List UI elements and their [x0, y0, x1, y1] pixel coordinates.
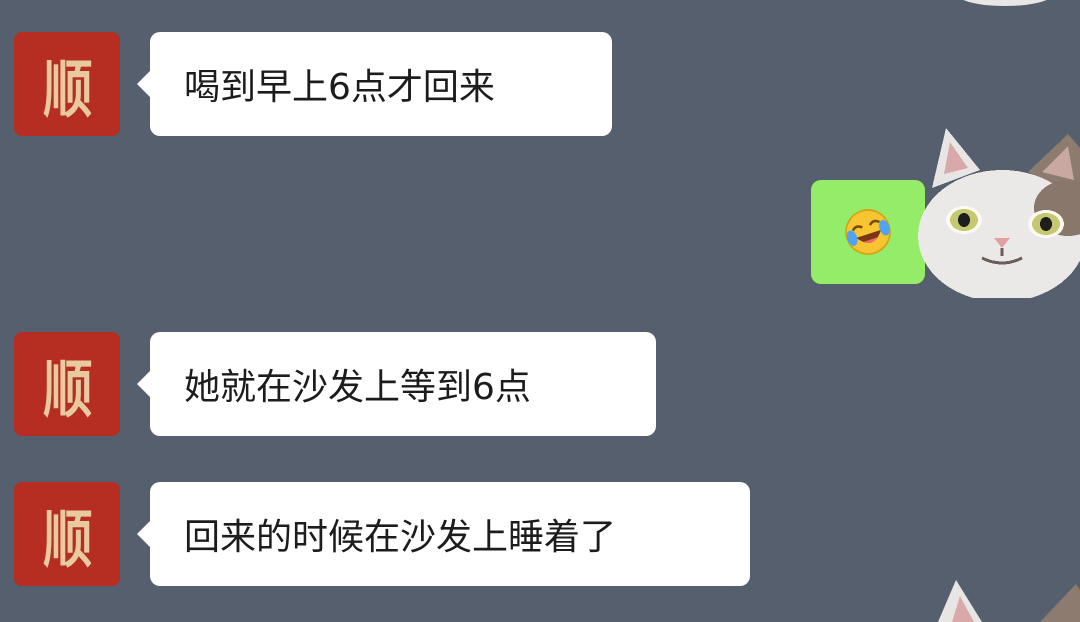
cat-avatar-partial-top[interactable] — [955, 0, 1055, 10]
message-text: 喝到早上6点才回来 — [184, 67, 495, 108]
contact-avatar[interactable]: 顺 — [14, 32, 120, 136]
contact-avatar[interactable]: 顺 — [14, 332, 120, 436]
message-bubble-self[interactable] — [811, 180, 937, 284]
message-bubble[interactable]: 她就在沙发上等到6点 — [137, 332, 656, 436]
cat-avatar-partial-bottom[interactable] — [930, 576, 1080, 622]
contact-avatar[interactable]: 顺 — [14, 482, 120, 586]
message-text: 她就在沙发上等到6点 — [184, 367, 531, 408]
message-bubble[interactable]: 喝到早上6点才回来 — [137, 32, 612, 136]
laughing-crying-emoji-icon — [845, 209, 891, 255]
avatar-glyph: 顺 — [42, 503, 93, 576]
avatar-glyph: 顺 — [42, 353, 93, 426]
message-bubble[interactable]: 回来的时候在沙发上睡着了 — [137, 482, 750, 586]
self-avatar-cat[interactable] — [918, 128, 1080, 298]
avatar-glyph: 顺 — [42, 53, 93, 126]
message-text: 回来的时候在沙发上睡着了 — [184, 517, 617, 558]
